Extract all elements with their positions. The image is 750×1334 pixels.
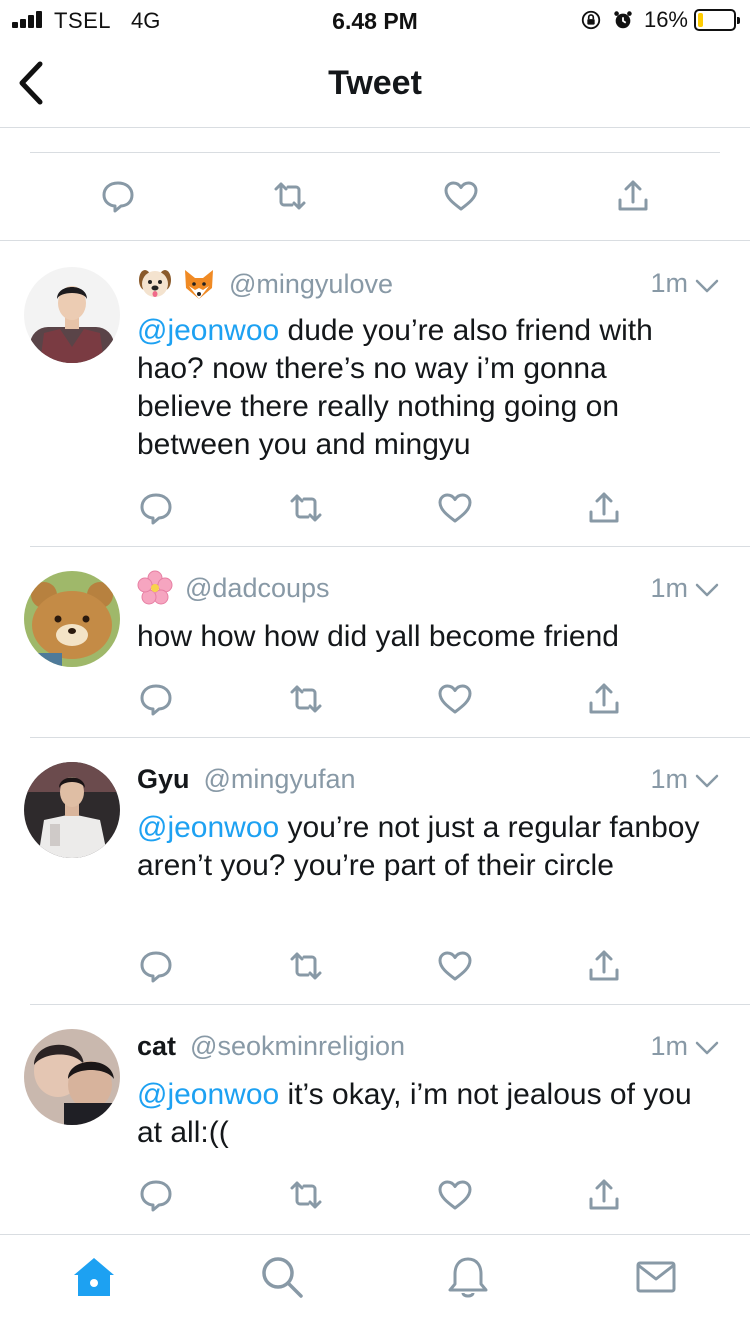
reply-handle[interactable]: @seokminreligion [190,1031,405,1062]
share-icon[interactable] [586,948,622,984]
reply-icon[interactable] [138,948,174,984]
share-icon[interactable] [586,490,622,526]
retweet-icon[interactable] [288,948,324,984]
reply-icon[interactable] [138,490,174,526]
reply-display-name: Gyu [137,763,190,794]
bell-icon[interactable] [444,1253,492,1301]
search-icon[interactable] [258,1253,306,1301]
tab-bar [0,1234,750,1334]
reply-text: @jeonwoo it’s okay, i’m not jealous of y… [137,1076,710,1152]
battery-icon [694,9,740,31]
mention-link[interactable]: @jeonwoo [137,811,279,844]
retweet-icon[interactable] [288,681,324,717]
status-bar: TSEL 4G 6.48 PM 16% [0,0,750,40]
retweet-icon[interactable] [272,178,308,214]
avatar[interactable] [24,571,120,667]
reply-handle[interactable]: @dadcoups [185,573,330,604]
alarm-icon [614,11,632,29]
retweet-icon[interactable] [288,490,324,526]
avatar[interactable] [24,762,120,858]
reply-time: 1m [650,573,688,603]
retweet-icon[interactable] [288,1177,324,1213]
reply-handle[interactable]: @mingyufan [204,764,356,795]
mention-link[interactable]: @jeonwoo [137,314,279,347]
reply-item[interactable]: @mingyulove 1m @jeonwoo dude you’re also… [0,241,750,547]
reply-text: @jeonwoo you’re not just a regular fanbo… [137,809,710,885]
reply-item[interactable]: cat @seokminreligion 1m @jeonwoo it’s ok… [0,1005,750,1234]
avatar[interactable] [24,1029,120,1125]
reply-icon[interactable] [138,681,174,717]
reply-icon[interactable] [138,1177,174,1213]
mention-link[interactable]: @jeonwoo [137,1078,279,1111]
battery-percent: 16% [643,7,688,32]
orientation-lock-icon [581,10,601,30]
reply-text: how how how did yall become friend [137,618,710,656]
reply-header: Gyu @mingyufan [137,761,720,797]
reply-time: 1m [650,764,688,794]
like-icon[interactable] [437,948,473,984]
like-icon[interactable] [437,490,473,526]
reply-time: 1m [650,1031,688,1061]
chevron-down-icon[interactable] [694,771,720,791]
home-icon[interactable] [70,1253,118,1301]
chevron-down-icon[interactable] [694,1038,720,1058]
page-title: Tweet [328,64,422,102]
chevron-down-icon[interactable] [694,276,720,296]
share-icon[interactable] [586,1177,622,1213]
main-tweet-actions [0,128,750,241]
reply-display-name: cat [137,1030,177,1061]
reply-body: how how how did yall become friend [137,620,619,653]
chevron-down-icon[interactable] [694,580,720,600]
reply-icon[interactable] [100,178,136,214]
reply-text: @jeonwoo dude you’re also friend with ha… [137,312,710,464]
reply-item[interactable]: @dadcoups 1m how how how did yall become… [0,547,750,738]
reply-header: @mingyulove [137,266,720,302]
divider [30,152,720,153]
nav-bar: Tweet [0,40,750,128]
reply-handle[interactable]: @mingyulove [229,269,393,300]
cherry-blossom-emoji [137,570,173,606]
reply-header: cat @seokminreligion [137,1028,720,1064]
share-icon[interactable] [615,178,651,214]
mail-icon[interactable] [632,1253,680,1301]
like-icon[interactable] [437,681,473,717]
reply-time: 1m [650,268,688,298]
dog-face-emoji [137,266,173,302]
fox-face-emoji [181,266,217,302]
like-icon[interactable] [443,178,479,214]
share-icon[interactable] [586,681,622,717]
reply-item[interactable]: Gyu @mingyufan 1m @jeonwoo you’re not ju… [0,738,750,1005]
like-icon[interactable] [437,1177,473,1213]
reply-header: @dadcoups [137,570,720,606]
avatar[interactable] [24,267,120,363]
